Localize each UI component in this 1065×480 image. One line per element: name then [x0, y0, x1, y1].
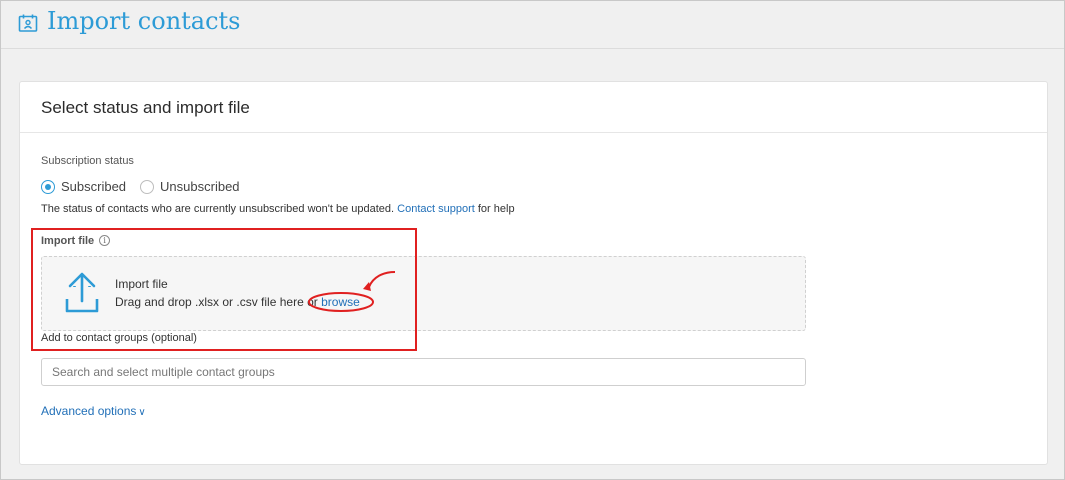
page-title: Import contacts [47, 7, 241, 35]
dropzone-instructions: Drag and drop .xlsx or .csv file here or [115, 295, 318, 309]
advanced-options-label: Advanced options [41, 404, 137, 418]
subscription-help-text: The status of contacts who are currently… [41, 203, 515, 215]
advanced-options-toggle[interactable]: Advanced options ∨ [41, 404, 146, 418]
subscribed-radio[interactable] [41, 179, 55, 194]
dropzone-title: Import file [115, 277, 168, 291]
unsubscribed-radio-label[interactable]: Unsubscribed [160, 179, 240, 194]
subscribed-radio-label[interactable]: Subscribed [61, 179, 126, 194]
dropzone-description: Drag and drop .xlsx or .csv file here or… [115, 295, 360, 309]
import-card: Select status and import file Subscripti… [19, 81, 1048, 465]
unsubscribed-radio[interactable] [140, 179, 155, 194]
page-header: Import contacts [1, 1, 1064, 49]
chevron-down-icon: ∨ [138, 407, 146, 418]
upload-icon [65, 272, 99, 313]
file-dropzone[interactable]: Import file Drag and drop .xlsx or .csv … [41, 256, 806, 331]
card-divider [20, 132, 1047, 133]
contact-support-link[interactable]: Contact support [397, 203, 475, 215]
card-title: Select status and import file [41, 98, 250, 117]
browse-link[interactable]: browse [321, 295, 360, 309]
subscription-status-label: Subscription status [41, 155, 134, 167]
help-text-suffix: for help [477, 203, 515, 215]
contact-groups-search-input[interactable] [41, 358, 806, 386]
contact-groups-label: Add to contact groups (optional) [41, 332, 197, 344]
help-text-prefix: The status of contacts who are currently… [41, 203, 395, 215]
import-file-label: Import file [41, 234, 95, 247]
contact-calendar-icon [18, 14, 38, 32]
info-icon[interactable]: i [99, 235, 111, 247]
app-window: Import contacts Select status and import… [0, 0, 1065, 480]
subscription-radio-group: Subscribed Unsubscribed [41, 178, 254, 196]
import-file-label-row: Import file i [41, 232, 111, 250]
